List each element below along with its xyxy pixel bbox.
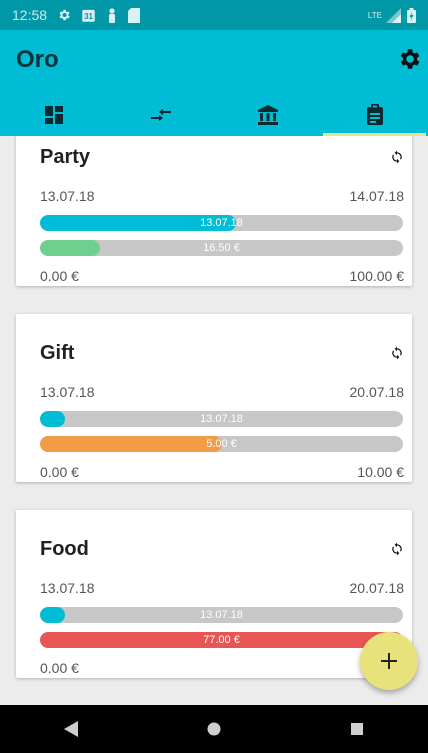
recents-icon	[350, 723, 363, 735]
date-row: 13.07.18 20.07.18	[40, 384, 404, 400]
tab-budgets[interactable]	[321, 94, 428, 136]
add-budget-button[interactable]	[360, 632, 418, 690]
min-amount: 0.00 €	[40, 464, 79, 480]
refresh-icon[interactable]	[390, 542, 404, 556]
time-progress-label: 13.07.18	[200, 413, 243, 425]
settings-icon	[57, 8, 71, 22]
start-date: 13.07.18	[40, 580, 95, 596]
budget-card[interactable]: Food 13.07.18 20.07.18 13.07.18 77.00 € …	[16, 510, 412, 678]
time-progress-label: 13.07.18	[200, 609, 243, 621]
signal-icon	[386, 7, 401, 23]
signal-label: LTE	[367, 10, 382, 20]
budget-name: Food	[40, 538, 89, 560]
start-date: 13.07.18	[40, 188, 95, 204]
calendar-day: 31	[84, 11, 93, 21]
budget-card[interactable]: Gift 13.07.18 20.07.18 13.07.18 5.00 € 0…	[16, 314, 412, 482]
max-amount: 10.00 €	[357, 464, 404, 480]
bank-icon	[257, 105, 278, 125]
end-date: 20.07.18	[349, 384, 405, 400]
calendar-icon: 31	[81, 8, 96, 23]
sd-card-icon	[128, 7, 141, 23]
start-date: 13.07.18	[40, 384, 95, 400]
person-icon	[106, 7, 118, 23]
budget-name: Gift	[40, 342, 75, 364]
end-date: 20.07.18	[349, 580, 405, 596]
app-bar: Oro	[0, 30, 428, 136]
min-amount: 0.00 €	[40, 660, 79, 676]
status-bar: 12:58 31 LTE	[0, 0, 428, 30]
status-right: LTE	[367, 7, 416, 23]
budget-name: Party	[40, 146, 91, 168]
time-progress-bar: 13.07.18	[40, 215, 403, 231]
spent-progress-bar: 5.00 €	[40, 436, 403, 452]
budget-list[interactable]: Party 13.07.18 14.07.18 13.07.18 16.50 €…	[0, 136, 428, 705]
status-left: 12:58 31	[12, 7, 141, 23]
date-row: 13.07.18 20.07.18	[40, 580, 404, 596]
spent-progress-label: 77.00 €	[203, 634, 240, 646]
min-amount: 0.00 €	[40, 268, 79, 284]
back-icon	[64, 721, 79, 737]
amount-row: 0.00 € 100.00 €	[40, 268, 404, 284]
end-date: 14.07.18	[349, 188, 405, 204]
recents-button[interactable]	[337, 709, 377, 749]
refresh-icon[interactable]	[390, 150, 404, 164]
refresh-icon[interactable]	[390, 346, 404, 360]
time-progress-bar: 13.07.18	[40, 607, 403, 623]
max-amount: 100.00 €	[349, 268, 405, 284]
spent-progress-bar: 16.50 €	[40, 240, 403, 256]
navigation-bar	[0, 705, 428, 753]
back-button[interactable]	[51, 709, 91, 749]
amount-row: 0.00 € 10.00 €	[40, 464, 404, 480]
home-icon	[207, 722, 221, 736]
app-title: Oro	[16, 46, 59, 73]
spent-progress-label: 16.50 €	[203, 242, 240, 254]
date-row: 13.07.18 14.07.18	[40, 188, 404, 204]
time-progress-label: 13.07.18	[200, 217, 243, 229]
amount-row: 0.00 € 7	[40, 660, 404, 676]
plus-icon	[381, 653, 397, 669]
transfer-arrows-icon	[150, 109, 171, 121]
time-progress-bar: 13.07.18	[40, 411, 403, 427]
status-time: 12:58	[12, 7, 48, 23]
budget-card[interactable]: Party 13.07.18 14.07.18 13.07.18 16.50 €…	[16, 136, 412, 286]
spent-progress-label: 5.00 €	[206, 438, 237, 450]
home-button[interactable]	[194, 709, 234, 749]
tab-accounts[interactable]	[214, 94, 321, 136]
tab-transactions[interactable]	[107, 94, 214, 136]
dashboard-icon	[44, 106, 63, 124]
tab-bar	[0, 94, 428, 136]
settings-button[interactable]	[394, 44, 424, 74]
spent-progress-bar: 77.00 €	[40, 632, 403, 648]
tab-dashboard[interactable]	[0, 94, 107, 136]
gear-icon	[400, 49, 420, 69]
clipboard-icon	[366, 104, 383, 125]
battery-icon	[407, 7, 416, 23]
